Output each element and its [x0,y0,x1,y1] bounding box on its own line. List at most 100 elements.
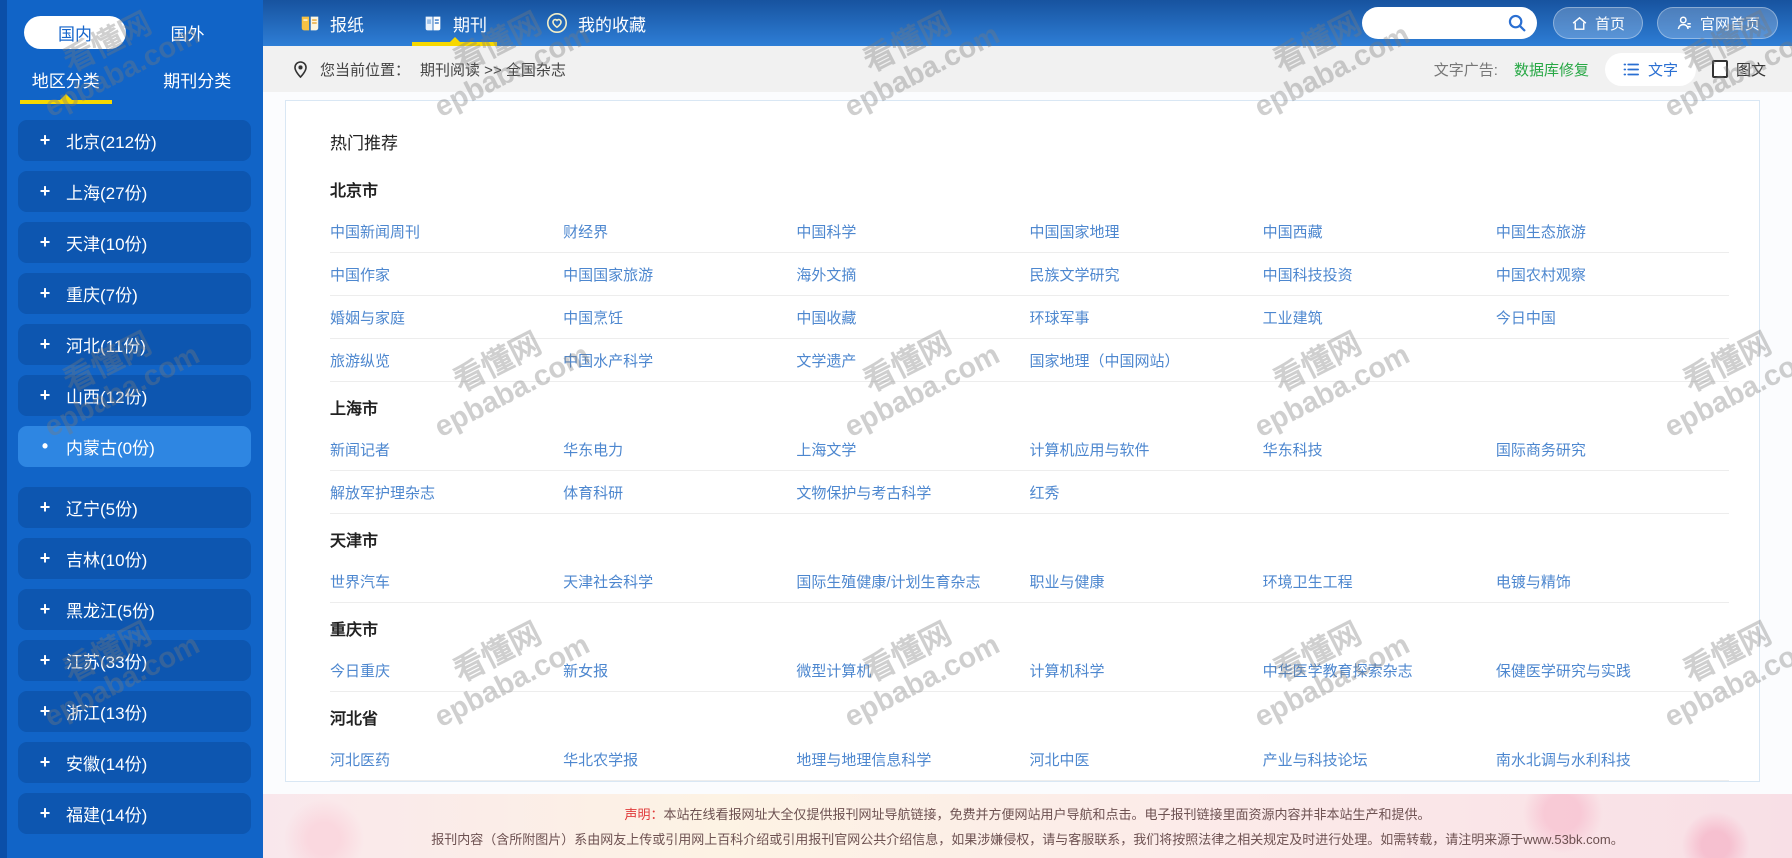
magazine-link[interactable]: 中国科技投资 [1263,264,1496,285]
tab-journal-category[interactable]: 期刊分类 [132,67,264,104]
magazine-link[interactable]: 环球军事 [1030,307,1263,328]
magazine-link[interactable]: 新女报 [563,660,796,681]
sidebar-region-item[interactable]: + 上海(27份) [18,171,251,212]
magazine-link[interactable]: 华北农学报 [563,749,796,770]
magazine-link[interactable]: 海外文摘 [796,264,1029,285]
tab-region-category[interactable]: 地区分类 [0,67,132,104]
magazine-link[interactable]: 天津社会科学 [563,571,796,592]
magazine-link[interactable]: 财经界 [563,221,796,242]
disclaimer-line-1: 声明：本站在线看报网址大全仅提供报刊网址导航链接，免费并方便网站用户导航和点击。… [624,804,1430,823]
nav-tab-label: 报纸 [330,15,364,35]
magazine-link[interactable]: 中国新闻周刊 [330,221,563,242]
breadcrumb-bar: 您当前位置： 期刊阅读 >> 全国杂志 文字广告: 数据库修复 文字 图文 [263,46,1792,92]
magazine-link[interactable]: 职业与健康 [1030,571,1263,592]
magazine-link[interactable]: 体育科研 [563,482,796,503]
nav-tab-newspaper[interactable]: 报纸 [291,0,372,46]
home-button[interactable]: 首页 [1552,7,1643,39]
region-label: 吉林(10份) [66,551,148,570]
view-mode-text[interactable]: 文字 [1604,52,1696,86]
disclaimer-line-2: 报刊内容（含所附图片）系由网友上传或引用网上百科介绍或引用报刊官网公共介绍信息，… [431,832,1624,847]
page-icon [1711,60,1728,78]
plus-icon: + [39,497,51,517]
magazine-link[interactable]: 旅游纵览 [330,350,563,371]
magazine-link[interactable]: 河北中医 [1030,749,1263,770]
magazine-link[interactable]: 今日中国 [1496,307,1729,328]
magazine-link[interactable]: 中国西藏 [1263,221,1496,242]
magazine-link[interactable]: 中国国家地理 [1030,221,1263,242]
magazine-link[interactable]: 国家地理（中国网站） [1030,350,1263,371]
magazine-link[interactable]: 环境卫生工程 [1263,571,1496,592]
sidebar-region-item[interactable]: • 内蒙古(0份) [18,426,251,467]
content-column: 报纸 期刊 我的收藏 首页 官网首页 您当前位置： 期刊阅读 >> 全国杂志 文… [263,0,1792,858]
magazine-link[interactable]: 新闻记者 [330,439,563,460]
magazine-link[interactable]: 电镀与精饰 [1496,571,1729,592]
magazine-link[interactable]: 河北医药 [330,749,563,770]
sidebar-region-item[interactable]: + 北京(212份) [18,120,251,161]
magazine-link[interactable]: 南水北调与水利科技 [1496,749,1729,770]
plus-icon: + [39,752,51,772]
magazine-link[interactable]: 计算机应用与软件 [1030,439,1263,460]
magazine-link[interactable]: 中国收藏 [796,307,1029,328]
sidebar-region-item[interactable]: + 山西(12份) [18,375,251,416]
region-label: 浙江(13份) [66,704,148,723]
magazine-link[interactable]: 中华医学教育探索杂志 [1263,660,1496,681]
magazine-link[interactable]: 计算机科学 [1030,660,1263,681]
sidebar-region-item[interactable]: + 江苏(33份) [18,640,251,681]
database-repair-link[interactable]: 数据库修复 [1514,59,1589,80]
magazine-link[interactable]: 产业与科技论坛 [1263,749,1496,770]
search-box [1361,7,1537,39]
section-heading: 河北省 [330,711,379,728]
view-mode-imagetext[interactable]: 图文 [1711,59,1766,80]
toggle-domestic[interactable]: 国内 [24,16,126,49]
magazine-link[interactable]: 红秀 [1030,482,1263,503]
sidebar-region-item[interactable]: + 浙江(13份) [18,691,251,732]
toggle-foreign[interactable]: 国外 [126,20,249,45]
magazine-link[interactable]: 解放军护理杂志 [330,482,563,503]
sidebar-region-item[interactable]: + 福建(14份) [18,793,251,834]
sidebar-region-item[interactable]: + 黑龙江(5份) [18,589,251,630]
sidebar-region-item[interactable]: + 河北(11份) [18,324,251,365]
section-heading: 上海市 [330,401,379,418]
nav-tab-favorites[interactable]: 我的收藏 [537,0,654,46]
magazine-row: 旅游纵览 中国水产科学 文学遗产 国家地理（中国网站） [330,339,1729,382]
magazine-link[interactable]: 中国农村观察 [1496,264,1729,285]
magazine-link[interactable]: 保健医学研究与实践 [1496,660,1729,681]
dot-icon: • [41,436,49,456]
magazine-link[interactable]: 微型计算机 [796,660,1029,681]
magazine-link[interactable]: 华东科技 [1263,439,1496,460]
sidebar-region-item[interactable]: + 辽宁(5份) [18,487,251,528]
sidebar-region-item[interactable]: + 安徽(14份) [18,742,251,783]
magazine-link[interactable]: 中国作家 [330,264,563,285]
magazine-link[interactable]: 工业建筑 [1263,307,1496,328]
magazine-link[interactable]: 国际商务研究 [1496,439,1729,460]
disclaimer-footer: 声明：本站在线看报网址大全仅提供报刊网址导航链接，免费并方便网站用户导航和点击。… [263,794,1792,858]
active-tab-underline [19,100,112,104]
magazine-link[interactable]: 中国烹饪 [563,307,796,328]
notice-label: 声明： [624,807,664,822]
magazine-link[interactable]: 中国水产科学 [563,350,796,371]
recommendation-card: 热门推荐 北京市 中国新闻周刊 财经界 中国科学 中国国家地理 中国西藏 中国生态旅游 中国作… [285,100,1760,782]
search-icon[interactable] [1506,12,1528,34]
official-home-button[interactable]: 官网首页 [1656,7,1778,39]
magazine-link[interactable]: 国际生殖健康/计划生育杂志 [796,571,1029,592]
magazine-link[interactable]: 中国生态旅游 [1496,221,1729,242]
magazine-link[interactable]: 文物保护与考古科学 [796,482,1029,503]
magazine-link[interactable]: 华东电力 [563,439,796,460]
magazine-link[interactable]: 文学遗产 [796,350,1029,371]
magazine-row: 河北医药 华北农学报 地理与地理信息科学 河北中医 产业与科技论坛 南水北调与水利科技 [330,738,1729,781]
nav-tab-journal[interactable]: 期刊 [412,0,497,46]
region-list: + 北京(212份) + 上海(27份) + 天津(10份) + 重庆(7份) + 河北(11份)… [0,120,263,834]
magazine-link[interactable]: 今日重庆 [330,660,563,681]
sidebar-region-item[interactable]: + 重庆(7份) [18,273,251,314]
magazine-link[interactable]: 地理与地理信息科学 [796,749,1029,770]
journal-reading-page: 国内 国外 地区分类 期刊分类 + 北京(212份) + 上海(27份) + 天津(10份… [0,0,1792,858]
disclaimer-text-1: 本站在线看报网址大全仅提供报刊网址导航链接，免费并方便网站用户导航和点击。电子报… [663,807,1431,822]
sidebar-region-item[interactable]: + 天津(10份) [18,222,251,263]
magazine-link[interactable]: 婚姻与家庭 [330,307,563,328]
magazine-link[interactable]: 上海文学 [796,439,1029,460]
sidebar-region-item[interactable]: + 吉林(10份) [18,538,251,579]
magazine-link[interactable]: 中国国家旅游 [563,264,796,285]
magazine-link[interactable]: 世界汽车 [330,571,563,592]
magazine-link[interactable]: 民族文学研究 [1030,264,1263,285]
magazine-link[interactable]: 中国科学 [796,221,1029,242]
